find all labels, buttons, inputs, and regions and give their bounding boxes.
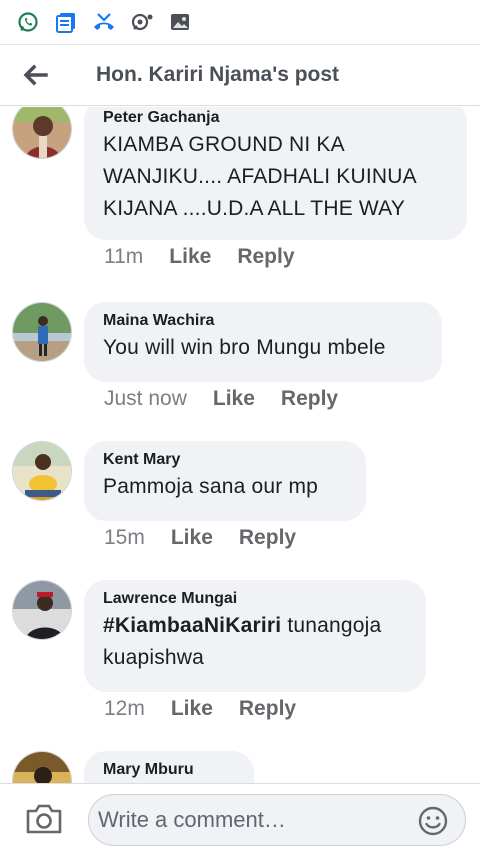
comment-line: WANJIKU.... AFADHALI KUINUA — [103, 165, 417, 188]
post-header: Hon. Kariri Njama's post — [0, 44, 480, 106]
avatar[interactable] — [12, 580, 72, 640]
comment-text: tunangoja — [281, 614, 382, 637]
comment-author[interactable]: Maina Wachira — [103, 310, 424, 332]
like-button[interactable]: Like — [169, 245, 211, 269]
comment-line: Pammoja sana our mp — [103, 475, 319, 498]
missed-call-icon — [92, 10, 116, 34]
comment-timestamp[interactable]: 11m — [104, 245, 143, 269]
comment-timestamp[interactable]: 15m — [104, 526, 145, 550]
status-bar — [0, 0, 480, 44]
comment-input[interactable] — [98, 795, 408, 845]
reply-button[interactable]: Reply — [237, 245, 294, 269]
avatar[interactable] — [12, 751, 72, 783]
page-title: Hon. Kariri Njama's post — [96, 63, 340, 86]
comment-line: kuapishwa — [103, 646, 205, 669]
comment-author[interactable]: Peter Gachanja — [103, 107, 449, 129]
comment-actions: 12m Like Reply — [104, 697, 296, 721]
comment-bubble[interactable]: Lawrence Mungai #KiambaaNiKariri tunango… — [84, 580, 426, 692]
comment-bubble[interactable]: Maina Wachira You will win bro Mungu mbe… — [84, 302, 442, 382]
comment-bubble[interactable]: Kent Mary Pammoja sana our mp — [84, 441, 366, 521]
image-icon — [168, 10, 192, 34]
comment-author[interactable]: Lawrence Mungai — [103, 588, 408, 610]
back-arrow-icon — [23, 64, 48, 86]
comment-actions: 11m Like Reply — [104, 245, 295, 269]
emoji-icon — [418, 806, 448, 836]
document-icon — [54, 10, 78, 34]
reply-button[interactable]: Reply — [239, 697, 296, 721]
comment-input-container — [88, 794, 466, 846]
comment-timestamp[interactable]: Just now — [104, 387, 187, 411]
emoji-button[interactable] — [417, 805, 449, 837]
whatsapp-icon — [16, 10, 40, 34]
hashtag-link[interactable]: #KiambaaNiKariri — [103, 614, 281, 637]
comment-timestamp[interactable]: 12m — [104, 697, 145, 721]
comment-composer — [0, 783, 480, 854]
comment-line: KIJANA ....U.D.A ALL THE WAY — [103, 197, 406, 220]
like-button[interactable]: Like — [171, 697, 213, 721]
comment-line: #KiambaaNiKariri tunangoja — [103, 610, 408, 642]
camera-icon — [26, 804, 62, 834]
reply-button[interactable]: Reply — [239, 526, 296, 550]
comment-line: You will win bro Mungu mbele — [103, 336, 386, 359]
comment-list[interactable]: Peter Gachanja KIAMBA GROUND NI KA WANJI… — [0, 107, 480, 783]
avatar[interactable] — [12, 441, 72, 501]
comment-bubble[interactable]: Mary Mburu — [84, 751, 254, 783]
camera-button[interactable] — [24, 802, 64, 836]
comment-author[interactable]: Kent Mary — [103, 449, 348, 471]
avatar[interactable] — [12, 302, 72, 362]
comment-actions: Just now Like Reply — [104, 387, 338, 411]
comment-line: KIAMBA GROUND NI KA — [103, 133, 345, 156]
reply-button[interactable]: Reply — [281, 387, 338, 411]
comment-bubble[interactable]: Peter Gachanja KIAMBA GROUND NI KA WANJI… — [84, 107, 467, 240]
comment-actions: 15m Like Reply — [104, 526, 296, 550]
avatar[interactable] — [12, 107, 72, 159]
back-button[interactable] — [0, 44, 72, 106]
comment-author[interactable]: Mary Mburu — [103, 759, 236, 781]
like-button[interactable]: Like — [213, 387, 255, 411]
like-button[interactable]: Like — [171, 526, 213, 550]
sync-icon — [130, 10, 154, 34]
